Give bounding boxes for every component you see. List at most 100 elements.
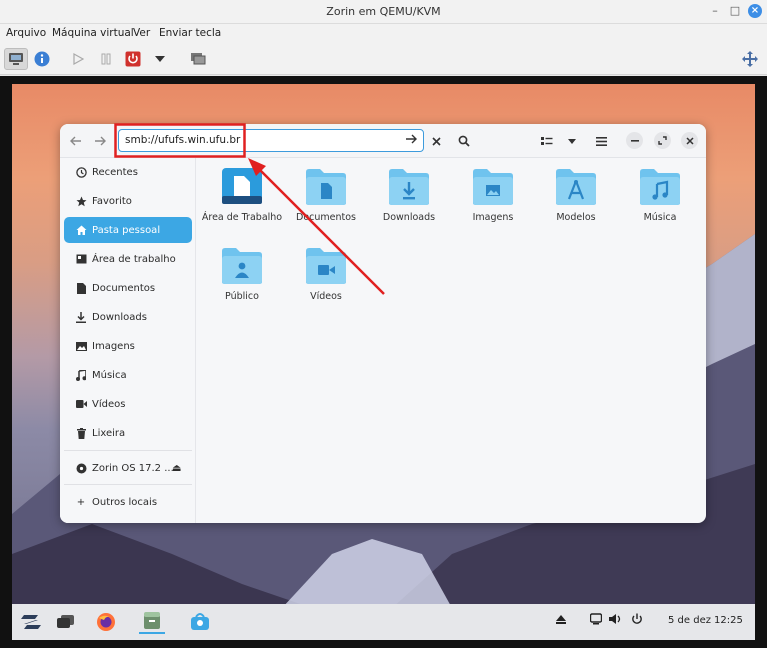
info-icon[interactable] <box>30 48 54 70</box>
tray-arrow-icon[interactable] <box>556 614 566 627</box>
folder-label: Área de Trabalho <box>201 212 283 223</box>
menubar: Arquivo Máquina virtual Ver Enviar tecla <box>0 24 767 44</box>
clear-path-icon[interactable] <box>428 132 444 150</box>
back-arrow-icon[interactable] <box>68 132 84 150</box>
video-icon <box>70 400 92 408</box>
workspaces-icon[interactable] <box>53 610 79 634</box>
sidebar-item-videos[interactable]: Vídeos <box>64 391 192 417</box>
taskbar: 5 de dez 12:25 <box>12 604 755 640</box>
folder-item-musica[interactable]: Música <box>618 168 702 224</box>
folder-label: Vídeos <box>310 291 342 302</box>
file-manager-header: smb://ufufs.win.ufu.br <box>60 124 706 158</box>
fm-close-button[interactable] <box>681 132 698 149</box>
sidebar-item-area-de-trabalho[interactable]: Área de trabalho <box>64 246 192 272</box>
sidebar-item-favorito[interactable]: Favorito <box>64 188 192 214</box>
fullscreen-icon[interactable] <box>738 48 762 70</box>
sidebar-item-imagens[interactable]: Imagens <box>64 333 192 359</box>
menu-maquina-virtual[interactable]: Máquina virtual <box>52 27 134 39</box>
pause-icon[interactable] <box>94 48 118 70</box>
view-dropdown-icon[interactable] <box>564 132 580 150</box>
folder-item-downloads[interactable]: Downloads <box>367 168 451 224</box>
sidebar-item-musica[interactable]: Música <box>64 362 192 388</box>
sidebar-item-label: Área de trabalho <box>92 253 176 265</box>
taskbar-date[interactable]: 5 de dez <box>668 615 711 626</box>
power-menu-icon[interactable] <box>631 613 643 628</box>
software-store-icon[interactable] <box>187 610 213 634</box>
folder-label: Modelos <box>556 212 596 223</box>
sidebar-item-documentos[interactable]: Documentos <box>64 275 192 301</box>
fm-minimize-button[interactable] <box>626 132 643 149</box>
menu-ver[interactable]: Ver <box>133 27 150 39</box>
clock-icon <box>70 166 92 178</box>
trash-icon <box>70 427 92 439</box>
sidebar-item-recentes[interactable]: Recentes <box>64 159 192 185</box>
folder-item-area-de-trabalho[interactable]: Área de Trabalho <box>200 168 284 224</box>
folder-label: Documentos <box>296 212 356 223</box>
sidebar-item-label: Downloads <box>92 311 147 323</box>
monitor-icon[interactable] <box>4 48 28 70</box>
sidebar-item-label: Recentes <box>92 166 138 178</box>
sidebar-item-drive[interactable]: Zorin OS 17.2 ... ⏏ <box>64 455 192 481</box>
window-titlebar: Zorin em QEMU/KVM – □ × <box>0 0 767 24</box>
folder-item-imagens[interactable]: Imagens <box>451 168 535 224</box>
sidebar-item-label: Vídeos <box>92 398 126 410</box>
sidebar-item-lixeira[interactable]: Lixeira <box>64 420 192 446</box>
location-path-text[interactable]: smb://ufufs.win.ufu.br <box>125 134 240 146</box>
eject-icon[interactable]: ⏏ <box>172 463 181 474</box>
folder-item-videos[interactable]: Vídeos <box>284 247 368 303</box>
sidebar-item-pasta-pessoal[interactable]: Pasta pessoal <box>64 217 192 243</box>
image-icon <box>70 341 92 351</box>
hamburger-menu-icon[interactable] <box>592 132 610 150</box>
notifications-icon[interactable] <box>589 613 603 628</box>
snapshot-icon[interactable] <box>186 48 210 70</box>
sidebar: Recentes Favorito Pasta pessoal Área de … <box>60 158 196 523</box>
close-button[interactable]: × <box>748 4 762 18</box>
home-icon <box>70 225 92 236</box>
files-app-icon[interactable] <box>139 610 165 634</box>
plus-icon: + <box>76 496 86 508</box>
fm-maximize-button[interactable] <box>654 132 671 149</box>
folder-label: Público <box>225 291 259 302</box>
location-path-input[interactable]: smb://ufufs.win.ufu.br <box>118 129 424 152</box>
search-icon[interactable] <box>456 132 472 150</box>
menu-arquivo[interactable]: Arquivo <box>6 27 46 39</box>
firefox-icon[interactable] <box>93 610 119 634</box>
download-folder-icon <box>389 169 429 205</box>
sidebar-item-downloads[interactable]: Downloads <box>64 304 192 330</box>
sidebar-item-label: Lixeira <box>92 427 126 439</box>
play-icon[interactable] <box>66 48 90 70</box>
folder-item-publico[interactable]: Público <box>200 247 284 303</box>
image-folder-icon <box>473 169 513 205</box>
folder-item-modelos[interactable]: Modelos <box>534 168 618 224</box>
window-title: Zorin em QEMU/KVM <box>326 5 441 18</box>
minimize-button[interactable]: – <box>708 4 722 18</box>
sidebar-item-label: Favorito <box>92 195 132 207</box>
sidebar-divider <box>64 484 192 485</box>
zorin-menu-icon[interactable] <box>18 610 44 634</box>
sidebar-item-label: Imagens <box>92 340 135 352</box>
sidebar-item-label: Zorin OS 17.2 ... <box>92 462 174 474</box>
taskbar-time[interactable]: 12:25 <box>714 615 743 626</box>
sidebar-item-outros-locais[interactable]: + Outros locais <box>64 489 192 515</box>
music-icon <box>70 369 92 381</box>
sidebar-item-label: Outros locais <box>92 496 158 508</box>
menu-enviar-tecla[interactable]: Enviar tecla <box>159 27 221 39</box>
folder-label: Música <box>643 212 677 223</box>
sidebar-divider <box>64 450 192 451</box>
dropdown-icon[interactable] <box>148 48 172 70</box>
folder-item-documentos[interactable]: Documentos <box>284 168 368 224</box>
vm-toolbar <box>0 44 767 75</box>
go-arrow-icon[interactable] <box>405 133 417 148</box>
download-icon <box>70 311 92 323</box>
volume-icon[interactable] <box>609 613 623 628</box>
sidebar-item-label: Música <box>92 369 127 381</box>
maximize-button[interactable]: □ <box>728 4 742 18</box>
video-folder-icon <box>306 248 346 284</box>
power-icon[interactable] <box>121 48 145 70</box>
view-list-icon[interactable] <box>538 132 556 150</box>
disc-icon <box>70 463 92 474</box>
forward-arrow-icon[interactable] <box>92 132 108 150</box>
file-manager-window: smb://ufufs.win.ufu.br Recentes Favorito… <box>60 124 706 523</box>
folder-label: Downloads <box>382 212 436 223</box>
desktop-icon <box>70 254 92 264</box>
